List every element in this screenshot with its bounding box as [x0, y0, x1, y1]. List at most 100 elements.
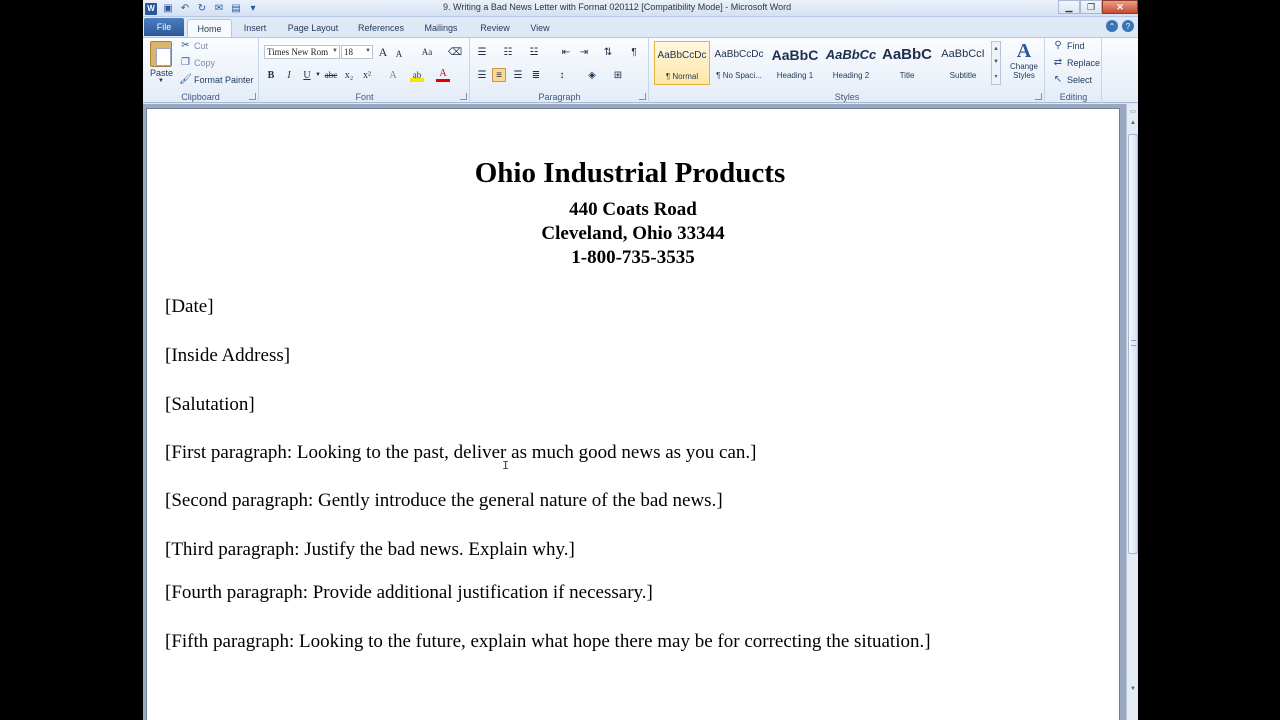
- more-icon[interactable]: ▾: [994, 73, 997, 80]
- group-label-clipboard: Clipboard: [181, 92, 220, 102]
- paragraph-launcher-icon[interactable]: [639, 93, 646, 100]
- find-button[interactable]: ⚲ Find: [1052, 39, 1084, 53]
- group-clipboard: Paste ▼ ✂ Cut ❐ Copy 🖌 Format Painter Cl…: [143, 38, 259, 103]
- scroll-up-icon[interactable]: ▲: [993, 46, 999, 52]
- underline-dropdown-icon[interactable]: ▼: [314, 68, 322, 82]
- email-icon[interactable]: ✉: [213, 3, 225, 15]
- show-marks-button[interactable]: ¶: [627, 45, 641, 59]
- text-effects-button[interactable]: A: [386, 68, 400, 82]
- multilevel-list-icon[interactable]: ☳: [527, 45, 541, 59]
- style-name: ¶ No Spaci...: [716, 71, 762, 80]
- tab-references[interactable]: References: [353, 19, 409, 37]
- borders-icon[interactable]: ⊞: [611, 68, 625, 82]
- decrease-indent-icon[interactable]: ⇤: [559, 45, 573, 59]
- change-styles-button[interactable]: A Change Styles: [1006, 40, 1042, 88]
- styles-launcher-icon[interactable]: [1035, 93, 1042, 100]
- save-icon[interactable]: ▣: [162, 3, 174, 15]
- help-icon[interactable]: ?: [1122, 20, 1134, 32]
- bullets-icon[interactable]: ☰: [475, 45, 489, 59]
- replace-button[interactable]: ⇄ Replace: [1052, 56, 1100, 70]
- highlight-button[interactable]: ab: [410, 68, 424, 82]
- paste-dropdown-icon[interactable]: ▼: [158, 78, 164, 84]
- shrink-font-button[interactable]: A: [392, 47, 406, 61]
- line-spacing-icon[interactable]: ↕: [555, 68, 569, 82]
- align-center-icon[interactable]: ≡: [492, 68, 506, 82]
- copy-button[interactable]: ❐ Copy: [180, 56, 215, 70]
- document-page[interactable]: Ohio Industrial Products 440 Coats Road …: [146, 108, 1120, 720]
- cut-button[interactable]: ✂ Cut: [180, 39, 208, 53]
- grow-font-button[interactable]: A: [376, 45, 390, 59]
- clipboard-launcher-icon[interactable]: [249, 93, 256, 100]
- style-name: Heading 2: [832, 71, 870, 80]
- subscript-button[interactable]: x₂: [342, 68, 356, 82]
- change-case-button[interactable]: Aa: [416, 45, 438, 59]
- font-color-button[interactable]: A: [436, 68, 450, 82]
- clear-formatting-icon[interactable]: ⌫: [448, 45, 462, 59]
- align-left-icon[interactable]: ☰: [475, 68, 489, 82]
- style-preview: AaBbCc: [825, 47, 877, 62]
- italic-button[interactable]: I: [282, 68, 296, 82]
- bold-button[interactable]: B: [264, 68, 278, 82]
- tab-page-layout[interactable]: Page Layout: [283, 19, 343, 37]
- style-subtitle[interactable]: AaBbCcI Subtitle: [935, 41, 991, 85]
- scroll-up-icon[interactable]: ▲: [1128, 118, 1138, 128]
- increase-indent-icon[interactable]: ⇥: [577, 45, 591, 59]
- close-button[interactable]: ✕: [1102, 0, 1138, 14]
- strikethrough-button[interactable]: abc: [322, 68, 340, 82]
- font-name-combo[interactable]: Times New Rom ▼: [264, 45, 340, 59]
- binoculars-icon: ⚲: [1054, 40, 1062, 51]
- select-label: Select: [1067, 75, 1093, 85]
- scroll-down-icon[interactable]: ▼: [993, 59, 999, 65]
- tab-insert[interactable]: Insert: [237, 19, 273, 37]
- styles-gallery-scroll[interactable]: ▲ ▼ ▾: [991, 41, 1001, 85]
- font-size-combo[interactable]: 18 ▼: [341, 45, 373, 59]
- style-heading-1[interactable]: AaBbC Heading 1: [767, 41, 823, 85]
- vertical-scrollbar[interactable]: ▭ ▲ ▼: [1126, 104, 1138, 720]
- style-heading-2[interactable]: AaBbCc Heading 2: [823, 41, 879, 85]
- minimize-ribbon-icon[interactable]: ⌃: [1106, 20, 1118, 32]
- redo-icon[interactable]: ↻: [196, 3, 208, 15]
- numbering-icon[interactable]: ☷: [501, 45, 515, 59]
- cursor-icon: ↖: [1053, 74, 1063, 85]
- scroll-down-icon[interactable]: ▼: [1128, 684, 1138, 694]
- window-title: 9. Writing a Bad News Letter with Format…: [443, 2, 792, 12]
- chevron-down-icon: ▼: [365, 48, 371, 54]
- font-launcher-icon[interactable]: [460, 93, 467, 100]
- tab-file[interactable]: File: [144, 18, 184, 36]
- title-bar: W ▣ ↶ ↻ ✉ ▤ ▾ 9. Writing a Bad News Lett…: [143, 0, 1138, 17]
- phone-number: 1-800-735-3535: [571, 247, 695, 268]
- chevron-down-icon: ▼: [332, 48, 338, 54]
- align-right-icon[interactable]: ☰: [511, 68, 525, 82]
- format-painter-button[interactable]: 🖌 Format Painter: [179, 73, 253, 87]
- style-title[interactable]: AaBbC Title: [879, 41, 935, 85]
- customize-icon[interactable]: ▾: [247, 3, 259, 15]
- minimize-button[interactable]: ▁: [1058, 0, 1080, 14]
- underline-button[interactable]: U: [300, 68, 314, 82]
- tab-review[interactable]: Review: [475, 19, 515, 37]
- tab-home[interactable]: Home: [187, 19, 232, 37]
- style-no-spacing[interactable]: AaBbCcDc ¶ No Spaci...: [711, 41, 767, 85]
- paste-icon[interactable]: [150, 41, 172, 67]
- shading-icon[interactable]: ◈: [585, 68, 599, 82]
- justify-icon[interactable]: ≣: [529, 68, 543, 82]
- undo-icon[interactable]: ↶: [179, 3, 191, 15]
- tab-view[interactable]: View: [525, 19, 555, 37]
- tabrow-icons: ⌃ ?: [1106, 20, 1134, 32]
- word-logo-icon[interactable]: W: [145, 2, 157, 15]
- paste-button[interactable]: Paste: [150, 68, 173, 78]
- maximize-button[interactable]: ❐: [1080, 0, 1102, 14]
- sort-icon[interactable]: ⇅: [601, 45, 615, 59]
- scrollbar-thumb[interactable]: [1128, 134, 1138, 554]
- folder-icon[interactable]: ▤: [230, 3, 242, 15]
- screen-border: [1138, 0, 1280, 720]
- group-editing: ⚲ Find ⇄ Replace ↖ Select Editing: [1046, 38, 1102, 103]
- select-button[interactable]: ↖ Select: [1052, 73, 1092, 87]
- date-placeholder: [Date]: [165, 296, 214, 317]
- group-label-styles: Styles: [834, 92, 860, 102]
- tab-mailings[interactable]: Mailings: [418, 19, 464, 37]
- style-normal[interactable]: AaBbCcDc ¶ Normal: [654, 41, 710, 85]
- group-label-font: Font: [355, 92, 374, 102]
- font-name-value: Times New Rom: [267, 47, 329, 57]
- ruler-toggle-icon[interactable]: ▭: [1128, 106, 1138, 116]
- superscript-button[interactable]: x²: [360, 68, 374, 82]
